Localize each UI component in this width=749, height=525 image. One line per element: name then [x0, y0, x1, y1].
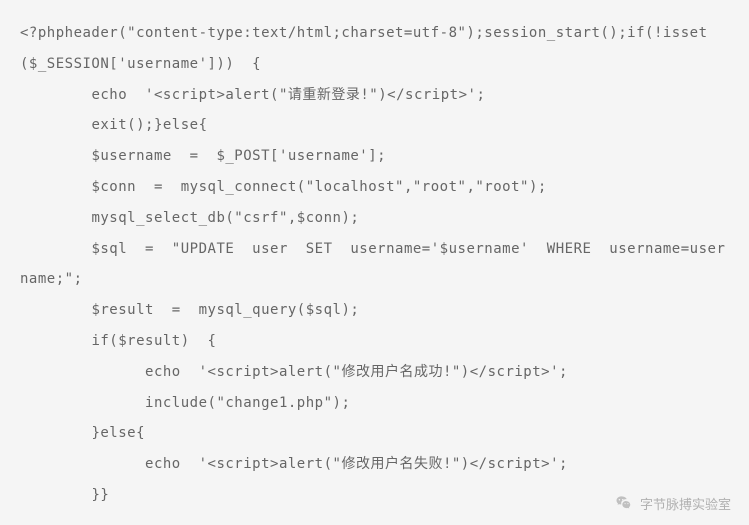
code-line: echo '<script>alert("请重新登录!")</script>'; — [20, 87, 485, 103]
watermark: 字节脉搏实验室 — [614, 493, 731, 513]
code-line: <?phpheader("content-type:text/html;char… — [20, 25, 708, 72]
code-line: echo '<script>alert("修改用户名成功!")</script>… — [20, 364, 568, 380]
code-line: $result = mysql_query($sql); — [20, 302, 359, 318]
code-line: mysql_select_db("csrf",$conn); — [20, 210, 359, 226]
wechat-icon — [614, 493, 634, 513]
code-line: }else{ — [20, 425, 145, 441]
code-line: include("change1.php"); — [20, 395, 350, 411]
watermark-text: 字节脉搏实验室 — [640, 494, 731, 513]
code-line: }} — [20, 487, 109, 503]
code-line: $username = $_POST['username']; — [20, 148, 386, 164]
code-block: <?phpheader("content-type:text/html;char… — [20, 18, 729, 511]
code-line: $sql = "UPDATE user SET username='$usern… — [20, 241, 725, 288]
code-line: $conn = mysql_connect("localhost","root"… — [20, 179, 547, 195]
code-line: if($result) { — [20, 333, 216, 349]
code-line: exit();}else{ — [20, 117, 208, 133]
code-line: echo '<script>alert("修改用户名失败!")</script>… — [20, 456, 568, 472]
